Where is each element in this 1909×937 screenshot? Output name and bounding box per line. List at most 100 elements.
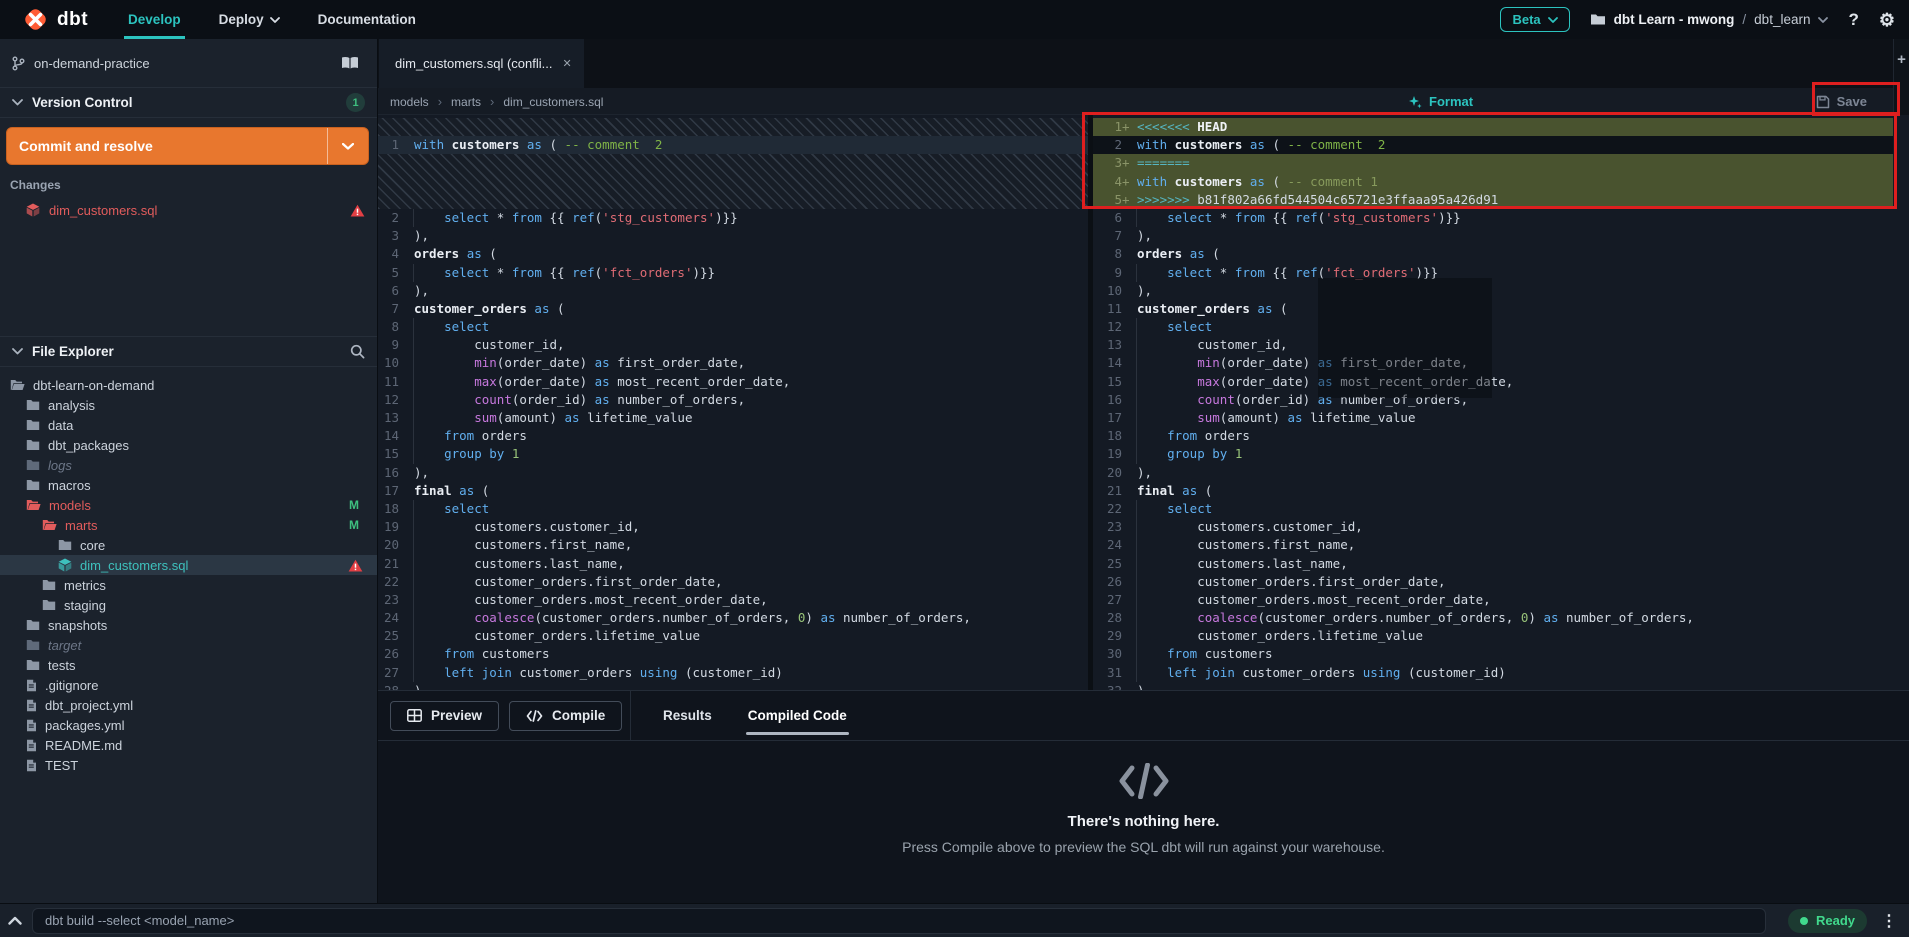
code-line[interactable]: 12 select — [1093, 318, 1893, 336]
code-line[interactable]: 1+<<<<<<< HEAD — [1093, 118, 1893, 136]
kebab-menu-icon[interactable]: ⋮ — [1877, 911, 1901, 931]
code-line[interactable]: 20 customers.first_name, — [378, 536, 1088, 554]
nav-deploy[interactable]: Deploy — [219, 0, 280, 39]
code-line[interactable]: 11customer_orders as ( — [1093, 300, 1893, 318]
file-tree-item[interactable]: tests — [0, 655, 377, 675]
file-tree-item[interactable]: dbt_packages — [0, 435, 377, 455]
command-input[interactable] — [32, 908, 1766, 934]
project-selector[interactable]: dbt Learn - mwong / dbt_learn — [1590, 12, 1829, 27]
help-icon[interactable]: ? — [1848, 11, 1858, 28]
code-line[interactable]: 25 customers.last_name, — [1093, 555, 1893, 573]
status-badge[interactable]: Ready — [1788, 909, 1867, 933]
commit-and-resolve-button[interactable]: Commit and resolve — [6, 127, 369, 165]
code-line[interactable]: 10), — [1093, 282, 1893, 300]
code-line[interactable]: 1with customers as ( -- comment 2 — [378, 136, 1088, 154]
code-line[interactable]: 15 max(order_date) as most_recent_order_… — [1093, 373, 1893, 391]
code-line[interactable]: 31 left join customer_orders using (cust… — [1093, 664, 1893, 682]
file-tree-item[interactable]: target — [0, 635, 377, 655]
nav-documentation[interactable]: Documentation — [318, 0, 416, 39]
code-line[interactable]: 22 select — [1093, 500, 1893, 518]
code-line[interactable]: 3+======= — [1093, 154, 1893, 172]
code-line[interactable]: 7customer_orders as ( — [378, 300, 1088, 318]
changed-file-dim-customers[interactable]: dim_customers.sql — [0, 198, 377, 222]
code-line[interactable]: 5+>>>>>>> b81f802a66fd544504c65721e3ffaa… — [1093, 191, 1893, 209]
code-line[interactable]: 27 left join customer_orders using (cust… — [378, 664, 1088, 682]
chevron-up-icon[interactable] — [8, 916, 22, 925]
file-explorer-header[interactable]: File Explorer — [0, 336, 377, 367]
code-line[interactable]: 18 select — [378, 500, 1088, 518]
code-line[interactable]: 8 select — [378, 318, 1088, 336]
code-line[interactable]: 28) — [378, 682, 1088, 690]
code-line[interactable]: 18 from orders — [1093, 427, 1893, 445]
code-line[interactable]: 28 coalesce(customer_orders.number_of_or… — [1093, 609, 1893, 627]
branch-row[interactable]: on-demand-practice — [0, 39, 377, 88]
commit-options-chevron[interactable] — [328, 128, 368, 164]
file-tree-item[interactable]: snapshots — [0, 615, 377, 635]
nav-develop[interactable]: Develop — [128, 0, 181, 39]
code-line[interactable]: 27 customer_orders.most_recent_order_dat… — [1093, 591, 1893, 609]
file-tree-item[interactable]: martsM — [0, 515, 377, 535]
breadcrumb-models[interactable]: models — [390, 95, 429, 109]
tab-compiled-code[interactable]: Compiled Code — [748, 691, 847, 740]
preview-button[interactable]: Preview — [390, 701, 499, 731]
tab-close-icon[interactable]: ✕ — [563, 57, 572, 70]
code-line[interactable]: 30 from customers — [1093, 645, 1893, 663]
code-line[interactable]: 17 sum(amount) as lifetime_value — [1093, 409, 1893, 427]
search-icon[interactable] — [350, 344, 365, 359]
code-line[interactable]: 16 count(order_id) as number_of_orders, — [1093, 391, 1893, 409]
breadcrumb-file[interactable]: dim_customers.sql — [503, 95, 603, 109]
code-line[interactable]: 24 coalesce(customer_orders.number_of_or… — [378, 609, 1088, 627]
file-tree-item[interactable]: dim_customers.sql — [0, 555, 377, 575]
file-tree-item[interactable]: modelsM — [0, 495, 377, 515]
file-tree-item[interactable]: metrics — [0, 575, 377, 595]
gear-icon[interactable]: ⚙ — [1879, 11, 1895, 29]
code-line[interactable]: 14 from orders — [378, 427, 1088, 445]
file-tree-item[interactable]: logs — [0, 455, 377, 475]
file-tree-item[interactable]: dbt-learn-on-demand — [0, 375, 377, 395]
code-line[interactable]: 7), — [1093, 227, 1893, 245]
file-tree-item[interactable]: README.md — [0, 735, 377, 755]
code-line[interactable]: 11 max(order_date) as most_recent_order_… — [378, 373, 1088, 391]
breadcrumb-marts[interactable]: marts — [451, 95, 481, 109]
code-line[interactable]: 4+with customers as ( -- comment 1 — [1093, 173, 1893, 191]
dbt-logo[interactable]: dbt — [22, 6, 88, 33]
code-line[interactable]: 9 select * from {{ ref('fct_orders')}} — [1093, 264, 1893, 282]
save-button[interactable]: Save — [1816, 88, 1867, 115]
file-tree-item[interactable]: staging — [0, 595, 377, 615]
file-tree-item[interactable]: dbt_project.yml — [0, 695, 377, 715]
code-line[interactable]: 3), — [378, 227, 1088, 245]
code-line[interactable]: 21final as ( — [1093, 482, 1893, 500]
code-line[interactable]: 5 select * from {{ ref('fct_orders')}} — [378, 264, 1088, 282]
file-tree-item[interactable]: core — [0, 535, 377, 555]
code-line[interactable]: 24 customers.first_name, — [1093, 536, 1893, 554]
code-line[interactable]: 19 group by 1 — [1093, 445, 1893, 463]
code-line[interactable]: 25 customer_orders.lifetime_value — [378, 627, 1088, 645]
code-line[interactable]: 16), — [378, 464, 1088, 482]
code-line[interactable]: 22 customer_orders.first_order_date, — [378, 573, 1088, 591]
file-tree-item[interactable]: data — [0, 415, 377, 435]
code-line[interactable]: 14 min(order_date) as first_order_date, — [1093, 354, 1893, 372]
code-line[interactable]: 20), — [1093, 464, 1893, 482]
editor-pane-modified[interactable]: 1+<<<<<<< HEAD2with customers as ( -- co… — [1093, 115, 1893, 690]
file-tree-item[interactable]: TEST — [0, 755, 377, 775]
code-line[interactable]: 9 customer_id, — [378, 336, 1088, 354]
file-tree-item[interactable]: analysis — [0, 395, 377, 415]
code-line[interactable]: 10 min(order_date) as first_order_date, — [378, 354, 1088, 372]
code-line[interactable]: 12 count(order_id) as number_of_orders, — [378, 391, 1088, 409]
code-line[interactable]: 8orders as ( — [1093, 245, 1893, 263]
code-line[interactable]: 19 customers.customer_id, — [378, 518, 1088, 536]
code-line[interactable]: 6 select * from {{ ref('stg_customers')}… — [1093, 209, 1893, 227]
code-line[interactable]: 26 from customers — [378, 645, 1088, 663]
code-line[interactable]: 13 sum(amount) as lifetime_value — [378, 409, 1088, 427]
editor-pane-original[interactable]: 1with customers as ( -- comment 22 selec… — [378, 115, 1088, 690]
docs-book-icon[interactable] — [341, 56, 359, 70]
beta-dropdown[interactable]: Beta — [1500, 7, 1569, 32]
format-button[interactable]: Format — [1408, 88, 1473, 115]
code-line[interactable]: 26 customer_orders.first_order_date, — [1093, 573, 1893, 591]
code-line[interactable]: 23 customers.customer_id, — [1093, 518, 1893, 536]
code-line[interactable]: 4orders as ( — [378, 245, 1088, 263]
code-line[interactable]: 15 group by 1 — [378, 445, 1088, 463]
code-line[interactable]: 21 customers.last_name, — [378, 555, 1088, 573]
code-line[interactable]: 29 customer_orders.lifetime_value — [1093, 627, 1893, 645]
file-tree-item[interactable]: .gitignore — [0, 675, 377, 695]
